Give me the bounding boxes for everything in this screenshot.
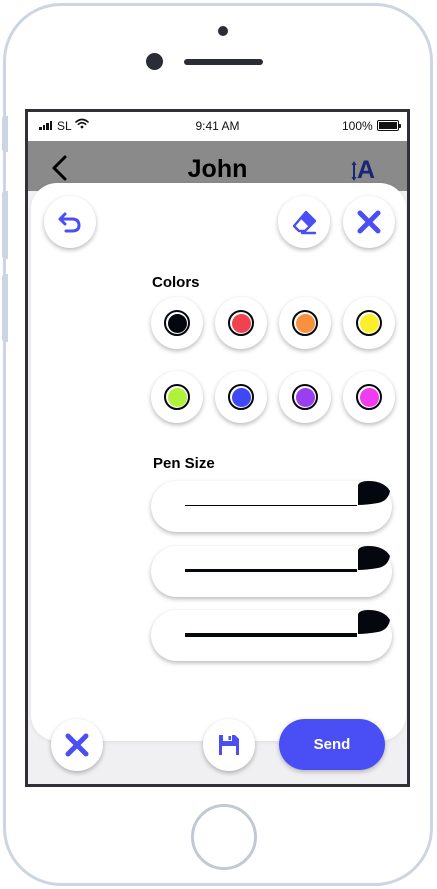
color-swatch-yellow[interactable] bbox=[343, 297, 395, 349]
pen-tip-icon bbox=[358, 481, 390, 505]
proximity-sensor bbox=[146, 53, 163, 70]
pen-stroke-preview bbox=[185, 569, 357, 572]
pen-stroke-preview bbox=[185, 505, 357, 506]
swatch-color-dot bbox=[359, 313, 379, 333]
swatch-color-dot bbox=[167, 387, 187, 407]
color-swatch-magenta[interactable] bbox=[343, 371, 395, 423]
swatch-color-dot bbox=[295, 313, 315, 333]
eraser-icon bbox=[292, 210, 317, 235]
color-swatch-orange[interactable] bbox=[279, 297, 331, 349]
home-button[interactable] bbox=[191, 804, 257, 870]
side-button-volume-up bbox=[2, 191, 8, 259]
side-button-mute bbox=[2, 116, 8, 152]
pen-size-heading: Pen Size bbox=[153, 455, 215, 472]
color-swatch-black[interactable] bbox=[151, 297, 203, 349]
swatch-ring bbox=[228, 310, 254, 336]
floppy-disk-icon bbox=[219, 735, 239, 755]
pen-tip-icon bbox=[358, 546, 390, 570]
close-drawing-button[interactable] bbox=[343, 196, 395, 248]
earpiece-speaker bbox=[184, 59, 263, 65]
swatch-color-dot bbox=[231, 387, 251, 407]
swatch-ring bbox=[292, 310, 318, 336]
pen-stroke-preview bbox=[185, 633, 357, 637]
swatch-color-dot bbox=[167, 313, 187, 333]
colors-heading: Colors bbox=[152, 274, 200, 291]
pen-size-thick[interactable] bbox=[151, 610, 392, 661]
color-swatch-blue[interactable] bbox=[215, 371, 267, 423]
side-button-volume-down bbox=[2, 274, 8, 342]
pen-size-medium[interactable] bbox=[151, 546, 392, 597]
front-camera bbox=[218, 26, 228, 36]
color-swatch-purple[interactable] bbox=[279, 371, 331, 423]
color-swatch-red[interactable] bbox=[215, 297, 267, 349]
undo-icon bbox=[58, 212, 81, 233]
swatch-ring bbox=[292, 384, 318, 410]
swatch-ring bbox=[164, 310, 190, 336]
text-size-icon[interactable]: A bbox=[351, 158, 375, 183]
swatch-ring bbox=[356, 384, 382, 410]
status-bar: SL 9:41 AM 100% bbox=[28, 112, 407, 141]
battery-percent: 100% bbox=[342, 119, 373, 133]
pen-size-thin[interactable] bbox=[151, 481, 392, 532]
save-button[interactable] bbox=[203, 719, 255, 771]
pen-tip-icon bbox=[358, 610, 390, 634]
swatch-color-dot bbox=[359, 387, 379, 407]
send-button[interactable]: Send bbox=[279, 719, 385, 770]
eraser-button[interactable] bbox=[278, 196, 330, 248]
swatch-ring bbox=[164, 384, 190, 410]
cancel-button[interactable] bbox=[51, 719, 103, 771]
battery-icon bbox=[377, 120, 401, 131]
swatch-color-dot bbox=[295, 387, 315, 407]
swatch-ring bbox=[356, 310, 382, 336]
swatch-ring bbox=[228, 384, 254, 410]
color-swatch-green[interactable] bbox=[151, 371, 203, 423]
undo-button[interactable] bbox=[44, 196, 96, 248]
swatch-color-dot bbox=[231, 313, 251, 333]
close-icon bbox=[65, 733, 89, 757]
close-icon bbox=[357, 210, 381, 234]
